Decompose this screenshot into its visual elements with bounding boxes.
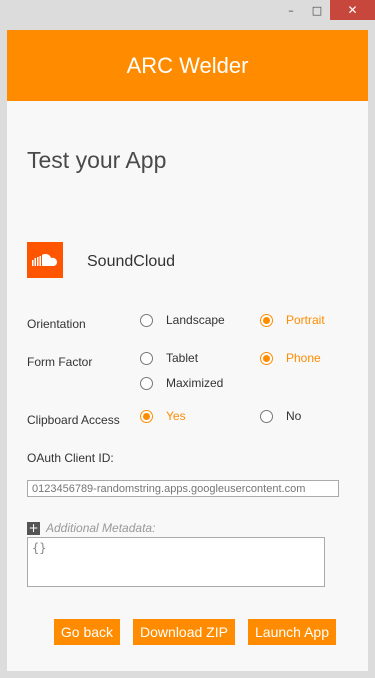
radio-selected-icon — [260, 351, 273, 365]
form-factor-phone-radio[interactable]: Phone — [260, 351, 321, 365]
radio-icon — [260, 409, 273, 423]
radio-selected-icon — [140, 409, 153, 423]
oauth-client-id-input[interactable] — [27, 480, 339, 497]
close-icon: ✕ — [347, 3, 358, 17]
minimize-button[interactable]: – — [278, 0, 304, 20]
form-factor-tablet-radio[interactable]: Tablet — [140, 351, 198, 365]
go-back-button[interactable]: Go back — [54, 619, 120, 645]
additional-metadata-label: Additional Metadata: — [46, 521, 156, 535]
radio-label: Landscape — [166, 313, 225, 327]
radio-icon — [140, 376, 153, 390]
client-area: ARC Welder Test your App SoundCloud Orie… — [7, 30, 368, 671]
radio-label: Yes — [166, 409, 186, 423]
clipboard-access-label: Clipboard Access — [27, 413, 120, 427]
radio-label: Portrait — [286, 313, 325, 327]
additional-metadata-toggle[interactable]: + Additional Metadata: — [27, 521, 155, 535]
maximize-icon: □ — [311, 3, 323, 17]
soundcloud-icon — [27, 242, 63, 278]
radio-selected-icon — [260, 313, 273, 327]
clipboard-no-radio[interactable]: No — [260, 409, 301, 423]
minimize-icon: – — [288, 3, 294, 17]
close-button[interactable]: ✕ — [330, 0, 375, 20]
radio-icon — [140, 351, 153, 365]
app-header: ARC Welder — [7, 30, 368, 101]
page-title: Test your App — [27, 147, 167, 173]
form-factor-maximized-radio[interactable]: Maximized — [140, 376, 223, 390]
download-zip-button[interactable]: Download ZIP — [133, 619, 235, 645]
app-name: SoundCloud — [87, 253, 176, 270]
app-window: – □ ✕ ARC Welder Test your App SoundClou… — [0, 0, 375, 678]
radio-label: No — [286, 409, 302, 423]
maximize-button[interactable]: □ — [304, 0, 330, 20]
orientation-portrait-radio[interactable]: Portrait — [260, 313, 325, 327]
orientation-label: Orientation — [27, 317, 86, 331]
oauth-client-id-label: OAuth Client ID: — [27, 451, 114, 465]
radio-label: Tablet — [166, 351, 199, 365]
launch-app-button[interactable]: Launch App — [248, 619, 336, 645]
radio-label: Maximized — [166, 376, 224, 390]
radio-icon — [140, 313, 153, 327]
window-controls: – □ ✕ — [278, 0, 375, 22]
app-title: ARC Welder — [126, 52, 249, 78]
clipboard-yes-radio[interactable]: Yes — [140, 409, 186, 423]
additional-metadata-textarea[interactable]: {} — [27, 537, 325, 587]
orientation-landscape-radio[interactable]: Landscape — [140, 313, 225, 327]
radio-label: Phone — [286, 351, 321, 365]
soundcloud-logo-shape — [32, 254, 57, 266]
plus-icon: + — [27, 520, 40, 535]
form-factor-label: Form Factor — [27, 355, 93, 369]
